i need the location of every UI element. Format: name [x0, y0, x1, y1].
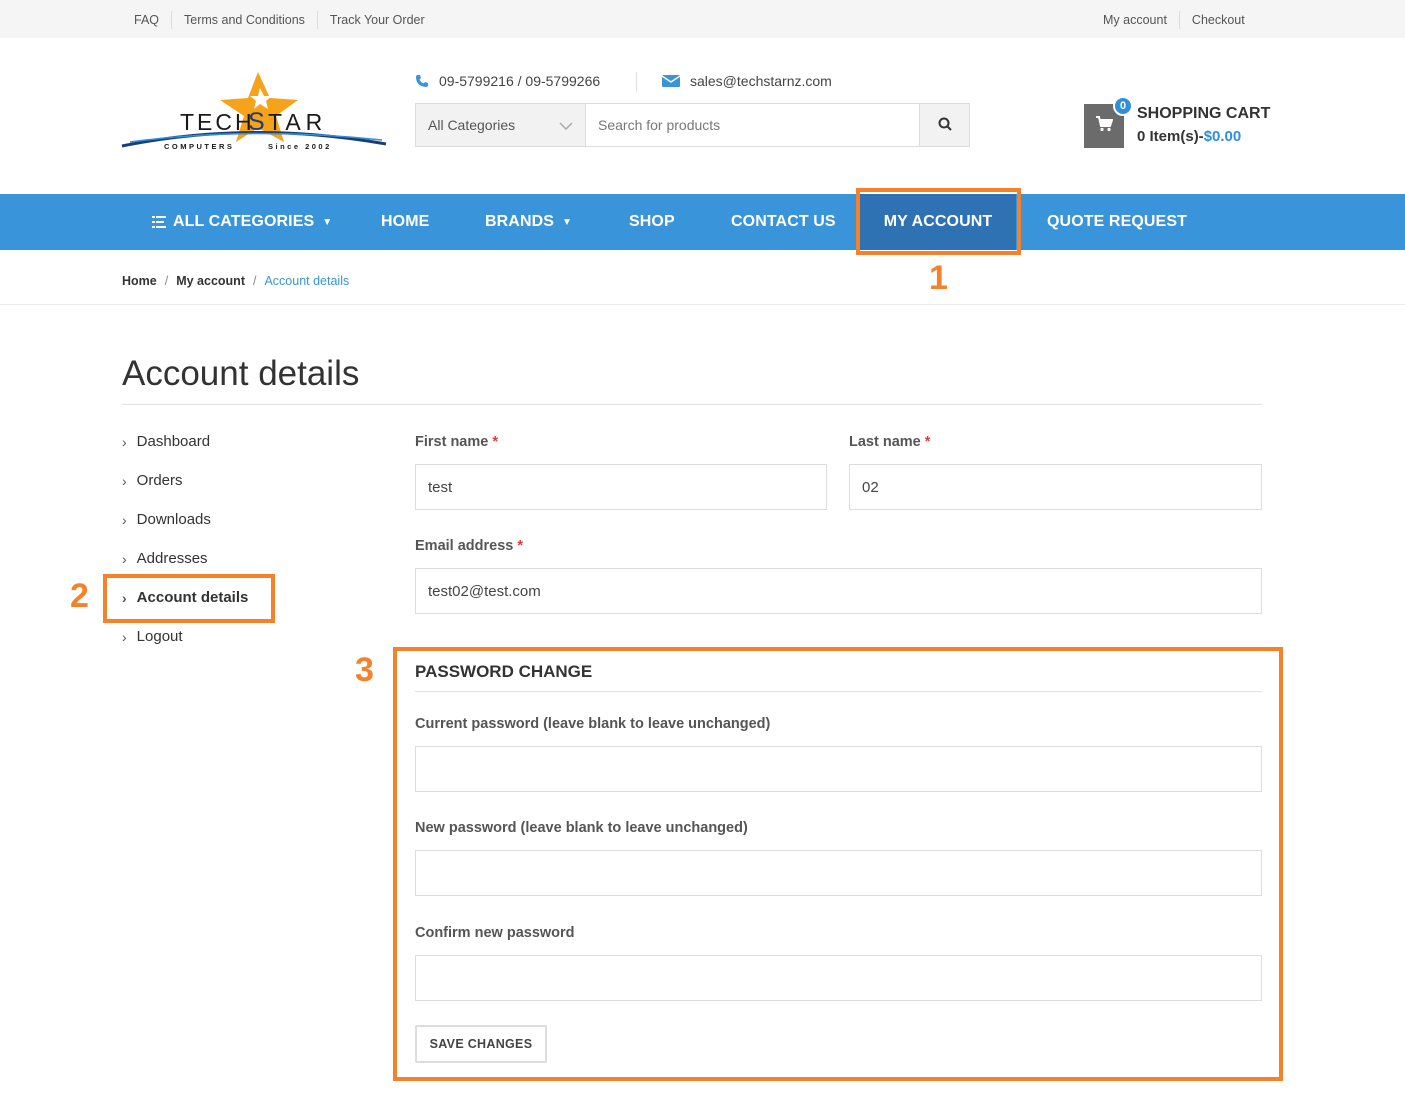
- nav-quote-request[interactable]: QUOTE REQUEST: [1047, 194, 1187, 250]
- email-address[interactable]: sales@techstarnz.com: [690, 73, 832, 89]
- sidebar-item-dashboard[interactable]: › Dashboard: [122, 433, 210, 450]
- terms-link[interactable]: Terms and Conditions: [171, 11, 317, 29]
- my-account-link[interactable]: My account: [1091, 11, 1179, 29]
- breadcrumb: Home / My account / Account details: [122, 274, 357, 288]
- password-change-heading: PASSWORD CHANGE: [415, 662, 593, 681]
- list-icon: [152, 216, 166, 228]
- cart-items: 0 Item(s)-: [1137, 128, 1204, 145]
- sidebar-item-logout[interactable]: › Logout: [122, 628, 183, 645]
- sidebar-item-label: Downloads: [136, 511, 211, 528]
- required-marker: *: [924, 434, 931, 450]
- nav-contact-us[interactable]: CONTACT US: [731, 194, 836, 250]
- new-password-field[interactable]: [415, 850, 1262, 896]
- last-name-field[interactable]: [849, 464, 1262, 510]
- site-logo[interactable]: TECH S TAR COMPUTERS Since 2002: [120, 70, 388, 162]
- checkout-link[interactable]: Checkout: [1178, 11, 1257, 29]
- sidebar-item-account-details[interactable]: › Account details: [122, 589, 248, 606]
- svg-text:TECH: TECH: [180, 109, 255, 135]
- track-order-link[interactable]: Track Your Order: [316, 11, 437, 29]
- required-marker: *: [517, 538, 524, 554]
- first-name-label: First name *: [415, 434, 498, 450]
- last-name-label-text: Last name: [849, 434, 921, 450]
- search-button[interactable]: [919, 104, 969, 146]
- nav-all-categories[interactable]: ALL CATEGORIES ▼: [152, 194, 332, 250]
- last-name-label: Last name *: [849, 434, 930, 450]
- chevron-right-icon: ›: [122, 628, 127, 645]
- email-label: Email address *: [415, 538, 523, 554]
- confirm-password-label: Confirm new password: [415, 925, 575, 941]
- category-select-value: All Categories: [428, 117, 516, 133]
- breadcrumb-divider: [0, 304, 1405, 305]
- cart-count-badge: 0: [1113, 96, 1133, 116]
- sidebar-item-downloads[interactable]: › Downloads: [122, 511, 211, 528]
- envelope-icon: [662, 74, 680, 88]
- nav-all-categories-label: ALL CATEGORIES: [173, 213, 315, 230]
- contact-divider: [636, 72, 637, 92]
- current-password-field[interactable]: [415, 746, 1262, 792]
- breadcrumb-my-account[interactable]: My account: [176, 274, 245, 288]
- svg-text:Since 2002: Since 2002: [268, 142, 332, 151]
- caret-down-icon: ▼: [322, 216, 333, 228]
- shopping-cart-icon: [1095, 115, 1114, 137]
- sidebar-item-orders[interactable]: › Orders: [122, 472, 183, 489]
- top-bar: FAQ Terms and Conditions Track Your Orde…: [0, 0, 1405, 38]
- email-label-text: Email address: [415, 538, 514, 554]
- cart-title[interactable]: SHOPPING CART: [1137, 105, 1270, 123]
- sidebar-item-label: Addresses: [136, 550, 208, 567]
- email-contact: sales@techstarnz.com: [662, 73, 832, 89]
- nav-brands-label: BRANDS: [485, 213, 555, 230]
- annotation-number-3: 3: [355, 651, 374, 689]
- search-icon: [938, 117, 952, 134]
- required-marker: *: [492, 434, 499, 450]
- first-name-field[interactable]: [415, 464, 827, 510]
- chevron-right-icon: ›: [122, 550, 127, 567]
- phone-number: 09-5799216 / 09-5799266: [439, 73, 601, 89]
- title-divider: [122, 404, 1262, 405]
- breadcrumb-separator: /: [252, 274, 257, 288]
- password-section-divider: [415, 691, 1262, 692]
- annotation-box-1: [856, 188, 1021, 255]
- breadcrumb-separator: /: [164, 274, 169, 288]
- nav-shop[interactable]: SHOP: [629, 194, 675, 250]
- caret-down-icon: ▼: [562, 216, 573, 228]
- main-nav: ALL CATEGORIES ▼ HOME BRANDS ▼ SHOP CONT…: [0, 194, 1405, 250]
- save-changes-button[interactable]: SAVE CHANGES: [415, 1025, 547, 1063]
- chevron-right-icon: ›: [122, 472, 127, 489]
- top-links-left: FAQ Terms and Conditions Track Your Orde…: [122, 11, 437, 29]
- confirm-password-field[interactable]: [415, 955, 1262, 1001]
- annotation-number-1: 1: [929, 259, 948, 297]
- category-select[interactable]: All Categories: [416, 104, 586, 146]
- sidebar-item-addresses[interactable]: › Addresses: [122, 550, 208, 567]
- chevron-right-icon: ›: [122, 433, 127, 450]
- breadcrumb-home[interactable]: Home: [122, 274, 157, 288]
- techstar-logo-icon: TECH S TAR COMPUTERS Since 2002: [121, 72, 387, 151]
- sidebar-item-label: Orders: [136, 472, 183, 489]
- svg-text:S: S: [248, 108, 265, 136]
- search-bar: All Categories: [415, 103, 970, 147]
- cart-summary: 0 Item(s)-$0.00: [1137, 128, 1241, 145]
- chevron-down-icon: [559, 117, 573, 133]
- nav-brands[interactable]: BRANDS ▼: [485, 194, 572, 250]
- current-password-label: Current password (leave blank to leave u…: [415, 716, 771, 732]
- email-field[interactable]: [415, 568, 1262, 614]
- sidebar-item-label: Account details: [136, 589, 249, 606]
- page-title: Account details: [122, 354, 360, 393]
- cart-amount: $0.00: [1203, 128, 1242, 145]
- faq-link[interactable]: FAQ: [122, 11, 171, 29]
- svg-text:TAR: TAR: [268, 109, 327, 135]
- sidebar-item-label: Dashboard: [136, 433, 211, 450]
- phone-icon: [415, 74, 429, 88]
- new-password-label: New password (leave blank to leave uncha…: [415, 820, 748, 836]
- first-name-label-text: First name: [415, 434, 489, 450]
- top-links-right: My account Checkout: [1091, 11, 1257, 29]
- svg-text:COMPUTERS: COMPUTERS: [164, 142, 234, 151]
- chevron-right-icon: ›: [122, 511, 127, 528]
- chevron-right-icon: ›: [122, 589, 127, 606]
- phone-contact: 09-5799216 / 09-5799266: [415, 73, 600, 89]
- annotation-number-2: 2: [70, 577, 89, 615]
- sidebar-item-label: Logout: [136, 628, 183, 645]
- breadcrumb-current: Account details: [264, 274, 350, 288]
- nav-home[interactable]: HOME: [381, 194, 429, 250]
- search-input[interactable]: [586, 104, 919, 146]
